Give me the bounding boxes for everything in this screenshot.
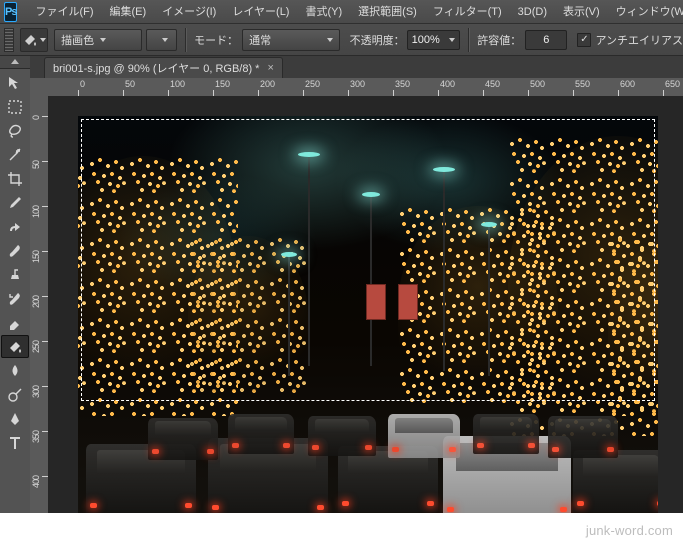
menu-filter[interactable]: フィルター(T) bbox=[425, 0, 510, 24]
menu-layer[interactable]: レイヤー(L) bbox=[224, 0, 297, 24]
type-tool-icon bbox=[7, 435, 23, 451]
fill-source-value: 描画色 bbox=[61, 32, 94, 48]
blend-mode-value: 通常 bbox=[249, 32, 271, 48]
menu-window[interactable]: ウィンドウ(W bbox=[608, 0, 683, 24]
app-logo: Ps bbox=[4, 2, 17, 22]
crop-tool-icon bbox=[7, 171, 23, 187]
menu-type[interactable]: 書式(Y) bbox=[297, 0, 350, 24]
marquee-tool-icon bbox=[7, 99, 23, 115]
marquee-tool[interactable] bbox=[1, 95, 29, 118]
blur-tool-icon bbox=[7, 363, 23, 379]
close-icon[interactable]: × bbox=[267, 62, 273, 74]
tolerance-label: 許容値： bbox=[477, 32, 521, 48]
antialias-label: アンチエイリアス bbox=[595, 32, 683, 48]
menu-3d[interactable]: 3D(D) bbox=[510, 0, 555, 24]
move-tool[interactable] bbox=[1, 71, 29, 94]
brush-tool[interactable] bbox=[1, 239, 29, 262]
pen-tool[interactable] bbox=[1, 407, 29, 430]
menu-file[interactable]: ファイル(F) bbox=[27, 0, 101, 24]
eyedropper-tool-icon bbox=[7, 195, 23, 211]
fill-source-dropdown[interactable]: 描画色 bbox=[54, 29, 142, 51]
spot-heal-tool-icon bbox=[7, 219, 23, 235]
opacity-label: 不透明度： bbox=[350, 32, 405, 48]
move-tool-icon bbox=[7, 75, 23, 91]
type-tool[interactable] bbox=[1, 431, 29, 454]
current-tool-indicator[interactable] bbox=[20, 28, 49, 52]
eraser-tool-icon bbox=[7, 315, 23, 331]
eraser-tool[interactable] bbox=[1, 311, 29, 334]
document-tab-title: bri001-s.jpg @ 90% (レイヤー 0, RGB/8) * bbox=[53, 60, 259, 76]
menu-edit[interactable]: 編集(E) bbox=[102, 0, 155, 24]
spot-heal-tool[interactable] bbox=[1, 215, 29, 238]
history-brush-tool[interactable] bbox=[1, 287, 29, 310]
photoshop-window: Ps ファイル(F) 編集(E) イメージ(I) レイヤー(L) 書式(Y) 選… bbox=[0, 0, 683, 513]
brush-tool-icon bbox=[7, 243, 23, 259]
blend-mode-label: モード： bbox=[194, 32, 238, 48]
eyedropper-tool[interactable] bbox=[1, 191, 29, 214]
app-menubar: Ps ファイル(F) 編集(E) イメージ(I) レイヤー(L) 書式(Y) 選… bbox=[0, 0, 683, 24]
watermark: junk-word.com bbox=[586, 523, 673, 538]
menu-select[interactable]: 選択範囲(S) bbox=[350, 0, 425, 24]
work-area: 050100150200250300350400450500550600650 … bbox=[30, 78, 683, 513]
menu-view[interactable]: 表示(V) bbox=[555, 0, 608, 24]
blur-tool[interactable] bbox=[1, 359, 29, 382]
document-tabbar: bri001-s.jpg @ 90% (レイヤー 0, RGB/8) * × bbox=[30, 56, 683, 79]
ruler-origin[interactable] bbox=[30, 78, 49, 97]
tools-panel-expand[interactable] bbox=[0, 56, 30, 69]
document-tab[interactable]: bri001-s.jpg @ 90% (レイヤー 0, RGB/8) * × bbox=[44, 57, 283, 78]
optionsbar-grip[interactable] bbox=[4, 28, 14, 52]
clone-stamp-tool[interactable] bbox=[1, 263, 29, 286]
pattern-picker[interactable] bbox=[146, 29, 177, 51]
ruler-horizontal[interactable]: 050100150200250300350400450500550600650 bbox=[48, 78, 683, 97]
tools-panel bbox=[0, 56, 31, 513]
menu-image[interactable]: イメージ(I) bbox=[154, 0, 224, 24]
magic-wand-tool-icon bbox=[7, 147, 23, 163]
crop-tool[interactable] bbox=[1, 167, 29, 190]
opacity-value: 100% bbox=[412, 34, 440, 46]
blend-mode-dropdown[interactable]: 通常 bbox=[242, 29, 339, 51]
paint-bucket-icon bbox=[22, 32, 38, 48]
tolerance-value: 6 bbox=[543, 34, 549, 46]
antialias-checkbox[interactable]: アンチエイリアス bbox=[577, 32, 683, 48]
dodge-tool[interactable] bbox=[1, 383, 29, 406]
history-brush-tool-icon bbox=[7, 291, 23, 307]
dodge-tool-icon bbox=[7, 387, 23, 403]
paint-bucket-tool[interactable] bbox=[1, 335, 29, 358]
lasso-tool[interactable] bbox=[1, 119, 29, 142]
ruler-vertical[interactable]: 050100150200250300350400 bbox=[30, 96, 49, 513]
tool-options-bar: 描画色 モード： 通常 不透明度： 100% 許容値： 6 アンチエイリアス bbox=[0, 24, 683, 56]
clone-stamp-tool-icon bbox=[7, 267, 23, 283]
document-canvas[interactable] bbox=[78, 116, 658, 513]
paint-bucket-tool-icon bbox=[7, 339, 23, 355]
image-content bbox=[78, 116, 658, 513]
tolerance-field[interactable]: 6 bbox=[525, 30, 567, 50]
opacity-field[interactable]: 100% bbox=[407, 30, 461, 50]
pen-tool-icon bbox=[7, 411, 23, 427]
magic-wand-tool[interactable] bbox=[1, 143, 29, 166]
canvas-viewport[interactable] bbox=[48, 96, 683, 513]
lasso-tool-icon bbox=[7, 123, 23, 139]
checkbox-icon bbox=[577, 33, 591, 47]
